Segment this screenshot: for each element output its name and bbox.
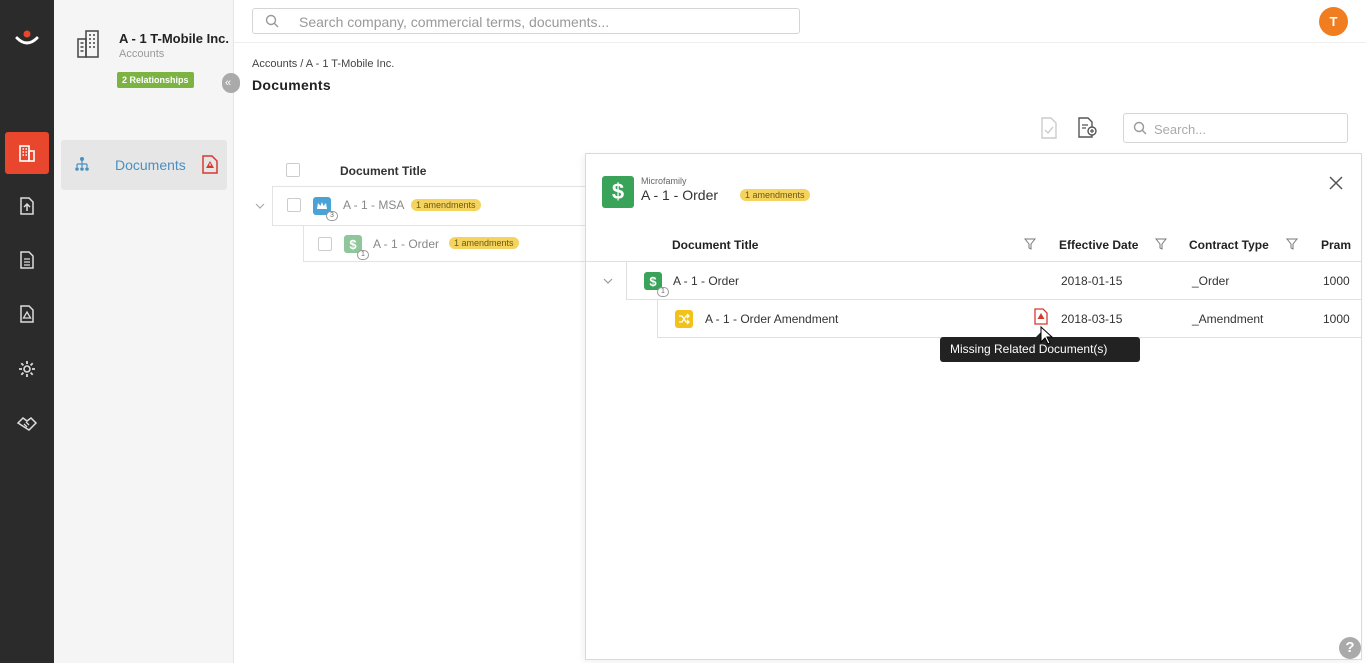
office-building-icon xyxy=(77,30,99,58)
column-document-title[interactable]: Document Title xyxy=(672,238,758,252)
row-title: A - 1 - Order Amendment xyxy=(705,312,839,326)
filter-icon[interactable] xyxy=(1155,238,1167,250)
chevron-down-icon[interactable] xyxy=(255,202,265,210)
row-effective-date: 2018-01-15 xyxy=(1061,274,1123,288)
row-title: A - 1 - Order xyxy=(673,274,740,288)
account-category: Accounts xyxy=(119,48,165,60)
filter-icon[interactable] xyxy=(1024,238,1036,250)
microfamily-panel: $ Microfamily A - 1 - Order 1 amendments… xyxy=(585,153,1362,660)
close-icon[interactable] xyxy=(1328,175,1344,191)
nav-upload[interactable] xyxy=(5,185,49,227)
row-title: A - 1 - MSA xyxy=(343,198,405,212)
nav-documents[interactable] xyxy=(5,239,49,281)
missing-document-warning-icon[interactable] xyxy=(202,155,218,174)
documents-table-header: Document Title xyxy=(272,153,592,187)
top-bar: T xyxy=(234,0,1366,43)
child-count: 3 xyxy=(326,211,338,221)
panel-title: A - 1 - Order xyxy=(641,187,719,203)
hierarchy-icon xyxy=(75,157,89,171)
breadcrumb[interactable]: Accounts / A - 1 T-Mobile Inc. xyxy=(252,58,394,70)
search-icon xyxy=(265,14,279,28)
gear-icon xyxy=(19,361,35,377)
collapse-panel-button[interactable]: « xyxy=(222,73,240,93)
sidebar-item-label: Documents xyxy=(115,157,186,173)
document-icon xyxy=(20,251,34,269)
column-pram[interactable]: Pram xyxy=(1321,238,1351,252)
account-panel: A - 1 T-Mobile Inc. Accounts 2 Relations… xyxy=(54,0,240,663)
table-row[interactable]: 3 A - 1 - MSA 1 amendments xyxy=(272,187,592,226)
row-amount: 1000 xyxy=(1323,274,1350,288)
panel-kind: Microfamily xyxy=(641,176,687,186)
column-effective-date[interactable]: Effective Date xyxy=(1059,238,1138,252)
row-checkbox[interactable] xyxy=(318,237,332,251)
sidebar-item-documents[interactable]: Documents xyxy=(61,140,227,190)
row-contract-type: _Order xyxy=(1192,274,1230,288)
search-icon xyxy=(1133,121,1147,135)
table-row[interactable]: $ 1 A - 1 - Order 2018-01-15 _Order 1000 xyxy=(626,262,1361,300)
relationships-badge[interactable]: 2 Relationships xyxy=(117,72,194,88)
column-contract-type[interactable]: Contract Type xyxy=(1189,238,1269,252)
table-row[interactable]: A - 1 - Order Amendment 2018-03-15 _Amen… xyxy=(657,300,1361,338)
document-link-icon[interactable] xyxy=(1077,117,1099,139)
mouse-cursor-icon xyxy=(1040,326,1054,345)
page-title: Documents xyxy=(252,77,331,93)
logo-icon xyxy=(15,30,39,45)
filter-icon[interactable] xyxy=(1286,238,1298,250)
document-search[interactable] xyxy=(1123,113,1348,143)
nav-alerts[interactable] xyxy=(5,293,49,335)
shuffle-icon xyxy=(675,310,693,328)
app-logo[interactable] xyxy=(0,18,54,58)
table-row[interactable]: $ 1 A - 1 - Order 1 amendments xyxy=(303,226,592,262)
global-search-input[interactable] xyxy=(299,13,779,30)
child-count: 1 xyxy=(357,250,369,260)
nav-rail xyxy=(0,0,54,663)
user-avatar[interactable]: T xyxy=(1319,7,1348,36)
upload-document-icon xyxy=(20,197,34,215)
row-effective-date: 2018-03-15 xyxy=(1061,312,1123,326)
child-count: 1 xyxy=(657,287,669,297)
chevron-down-icon[interactable] xyxy=(603,277,613,285)
amendments-badge: 1 amendments xyxy=(740,189,810,201)
nav-settings[interactable] xyxy=(5,348,49,390)
row-amount: 1000 xyxy=(1323,312,1350,326)
handshake-icon xyxy=(16,417,38,431)
account-name: A - 1 T-Mobile Inc. xyxy=(119,31,230,46)
missing-document-warning-icon[interactable] xyxy=(1034,308,1048,325)
help-button[interactable]: ? xyxy=(1339,637,1361,659)
document-warning-icon xyxy=(20,305,34,323)
dollar-icon: $ xyxy=(602,176,634,208)
row-title: A - 1 - Order xyxy=(373,237,440,251)
amendments-badge: 1 amendments xyxy=(411,199,481,211)
row-contract-type: _Amendment xyxy=(1192,312,1264,326)
document-check-icon[interactable] xyxy=(1039,117,1059,139)
document-search-input[interactable] xyxy=(1154,121,1334,137)
column-document-title[interactable]: Document Title xyxy=(340,164,426,178)
building-icon xyxy=(19,145,35,162)
row-checkbox[interactable] xyxy=(287,198,301,212)
amendments-badge: 1 amendments xyxy=(449,237,519,249)
microfamily-table-header: Document Title Effective Date Contract T… xyxy=(586,232,1361,262)
nav-support[interactable] xyxy=(5,403,49,445)
global-search[interactable] xyxy=(252,8,800,34)
nav-accounts[interactable] xyxy=(5,132,49,174)
select-all-checkbox[interactable] xyxy=(286,163,300,177)
